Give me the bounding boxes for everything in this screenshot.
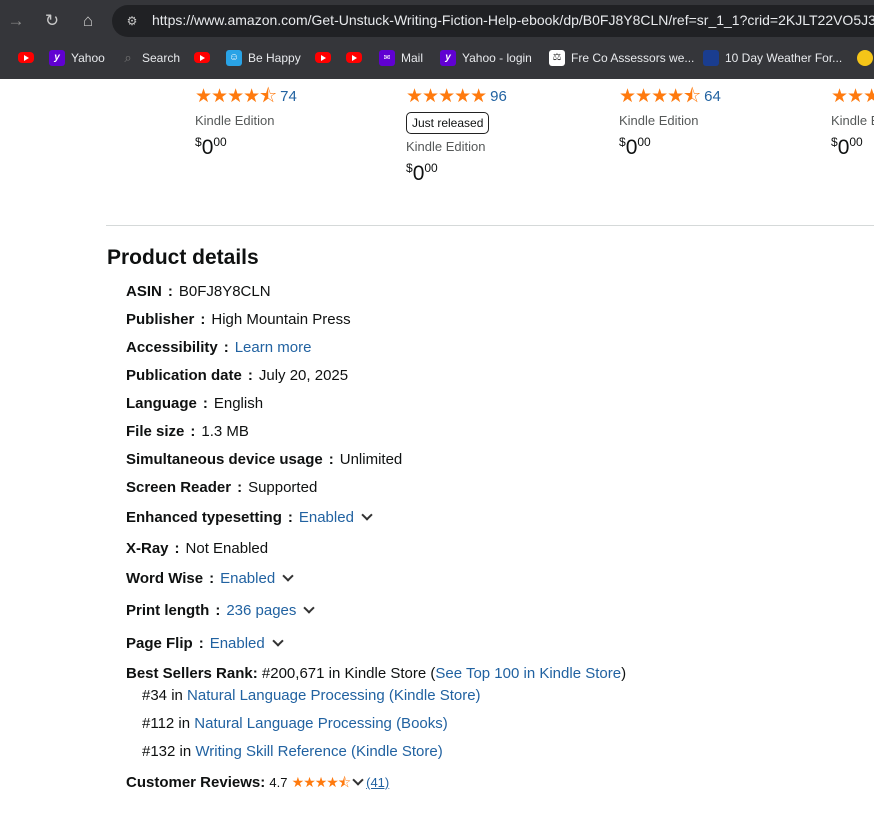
rating-count-link[interactable]: 74 <box>280 86 297 108</box>
bookmark-youtube[interactable] <box>315 49 337 67</box>
detail-accessibility: Accessibility: Learn more <box>126 339 312 356</box>
price: $000 <box>195 135 227 159</box>
product-card[interactable]: ★★★★★ 96 Just released Kindle Edition $00… <box>406 86 507 186</box>
chevron-down-icon[interactable] <box>282 570 294 582</box>
rank-item: #132 in Writing Skill Reference (Kindle … <box>142 743 443 760</box>
just-released-badge: Just released <box>406 112 490 134</box>
rating-stars: ★★★★⯪ <box>291 774 351 790</box>
word-wise-toggle[interactable]: Enabled <box>220 570 275 587</box>
chevron-down-icon[interactable] <box>272 635 284 647</box>
chevron-down-icon[interactable] <box>303 602 316 614</box>
bookmark-extra[interactable] <box>857 49 874 67</box>
format-label: Kindle Edition <box>406 139 486 154</box>
rank-item: #34 in Natural Language Processing (Kind… <box>142 687 481 704</box>
home-icon[interactable]: ⌂ <box>76 9 100 33</box>
detail-file-size: File size:1.3 MB <box>126 423 249 440</box>
chevron-down-icon[interactable] <box>361 509 373 521</box>
detail-simultaneous-usage: Simultaneous device usage: Unlimited <box>126 451 403 468</box>
yahoo-icon: y <box>49 49 65 66</box>
bookmark-yahoo-login[interactable]: y Yahoo - login <box>440 49 532 67</box>
detail-page-flip: Page Flip: Enabled <box>126 634 284 654</box>
typesetting-toggle[interactable]: Enabled <box>299 509 354 526</box>
price: $000 <box>406 161 438 185</box>
search-icon: ⌕ <box>124 49 132 65</box>
detail-xray: X-Ray: Not Enabled <box>126 540 269 557</box>
review-count-link[interactable]: (41) <box>366 775 389 790</box>
format-label: Kindle Edition <box>195 113 275 128</box>
url-text[interactable]: https://www.amazon.com/Get-Unstuck-Writi… <box>152 12 874 28</box>
section-divider <box>106 225 874 226</box>
bookmark-be-happy[interactable]: ☺ Be Happy <box>226 49 301 67</box>
rank-item: #112 in Natural Language Processing (Boo… <box>142 715 448 732</box>
youtube-icon <box>346 52 362 64</box>
category-link[interactable]: Natural Language Processing (Books) <box>194 715 447 732</box>
product-card[interactable]: ★★★ Kindle E $000 <box>831 86 874 160</box>
rating-count-link[interactable]: 96 <box>490 86 507 108</box>
format-label: Kindle E <box>831 113 874 128</box>
product-details-heading: Product details <box>107 246 259 269</box>
bookmark-yahoo[interactable]: y Yahoo <box>49 49 105 67</box>
rating-stars: ★★★★★ <box>406 86 487 107</box>
youtube-icon <box>194 52 210 64</box>
detail-enhanced-typesetting: Enhanced typesetting: Enabled <box>126 508 373 528</box>
chevron-down-icon[interactable] <box>352 774 364 786</box>
detail-publication-date: Publication date: July 20, 2025 <box>126 367 349 384</box>
product-card[interactable]: ★★★★⯪ 64 Kindle Edition $000 <box>619 86 721 160</box>
youtube-icon <box>315 52 331 64</box>
browser-toolbar: → ↻ ⌂ ⚙ https://www.amazon.com/Get-Unstu… <box>0 0 874 42</box>
category-link[interactable]: Writing Skill Reference (Kindle Store) <box>195 743 442 760</box>
print-length-toggle[interactable]: 236 pages <box>226 602 296 619</box>
detail-language: Language: English <box>126 395 264 412</box>
youtube-icon <box>18 52 34 64</box>
bookmark-fre-co-assessors[interactable]: ⚖ Fre Co Assessors we... <box>549 49 694 67</box>
category-link[interactable]: Natural Language Processing (Kindle Stor… <box>187 687 481 704</box>
weather-channel-icon <box>703 49 719 66</box>
detail-print-length: Print length:236 pages <box>126 601 316 621</box>
be-happy-icon: ☺ <box>226 49 242 66</box>
detail-word-wise: Word Wise: Enabled <box>126 569 294 589</box>
bookmark-youtube[interactable] <box>18 49 40 67</box>
mail-icon: ✉ <box>379 49 395 66</box>
rating-stars: ★★★★⯪ <box>195 86 277 107</box>
bookmark-search[interactable]: ⌕ Search <box>120 49 180 67</box>
fre-co-icon: ⚖ <box>549 49 565 66</box>
bookmark-youtube[interactable] <box>194 49 216 67</box>
rating-stars: ★★★ <box>831 86 874 107</box>
detail-best-sellers-rank: Best Sellers Rank: #200,671 in Kindle St… <box>126 665 627 682</box>
rating-count-link[interactable]: 64 <box>704 86 721 108</box>
page-flip-toggle[interactable]: Enabled <box>210 635 265 652</box>
browser-chrome: → ↻ ⌂ ⚙ https://www.amazon.com/Get-Unstu… <box>0 0 874 79</box>
bookmark-youtube[interactable] <box>346 49 368 67</box>
bookmarks-bar: y Yahoo ⌕ Search ☺ Be Happy ✉ Mail y Yahoo - … <box>0 44 874 72</box>
detail-asin: ASIN: B0FJ8Y8CLN <box>126 283 271 300</box>
bookmark-icon <box>857 49 873 66</box>
format-label: Kindle Edition <box>619 113 699 128</box>
price: $000 <box>831 135 863 159</box>
price: $000 <box>619 135 651 159</box>
back-arrow-icon[interactable]: → <box>4 9 28 33</box>
detail-publisher: Publisher: High Mountain Press <box>126 311 351 328</box>
see-top-100-link[interactable]: See Top 100 in Kindle Store <box>435 665 621 682</box>
bookmark-weather[interactable]: 10 Day Weather For... <box>703 49 842 67</box>
yahoo-icon: y <box>440 49 456 66</box>
rating-stars: ★★★★⯪ <box>619 86 701 107</box>
learn-more-link[interactable]: Learn more <box>235 339 312 356</box>
address-bar[interactable]: ⚙ https://www.amazon.com/Get-Unstuck-Wri… <box>112 5 874 37</box>
detail-customer-reviews: Customer Reviews: 4.7 ★★★★⯪ (41) <box>126 774 390 791</box>
bookmark-mail[interactable]: ✉ Mail <box>379 49 423 67</box>
product-card[interactable]: ★★★★⯪ 74 Kindle Edition $000 <box>195 86 297 160</box>
detail-screen-reader: Screen Reader: Supported <box>126 479 318 496</box>
reload-icon[interactable]: ↻ <box>40 9 64 33</box>
site-settings-icon[interactable]: ⚙ <box>124 13 140 29</box>
